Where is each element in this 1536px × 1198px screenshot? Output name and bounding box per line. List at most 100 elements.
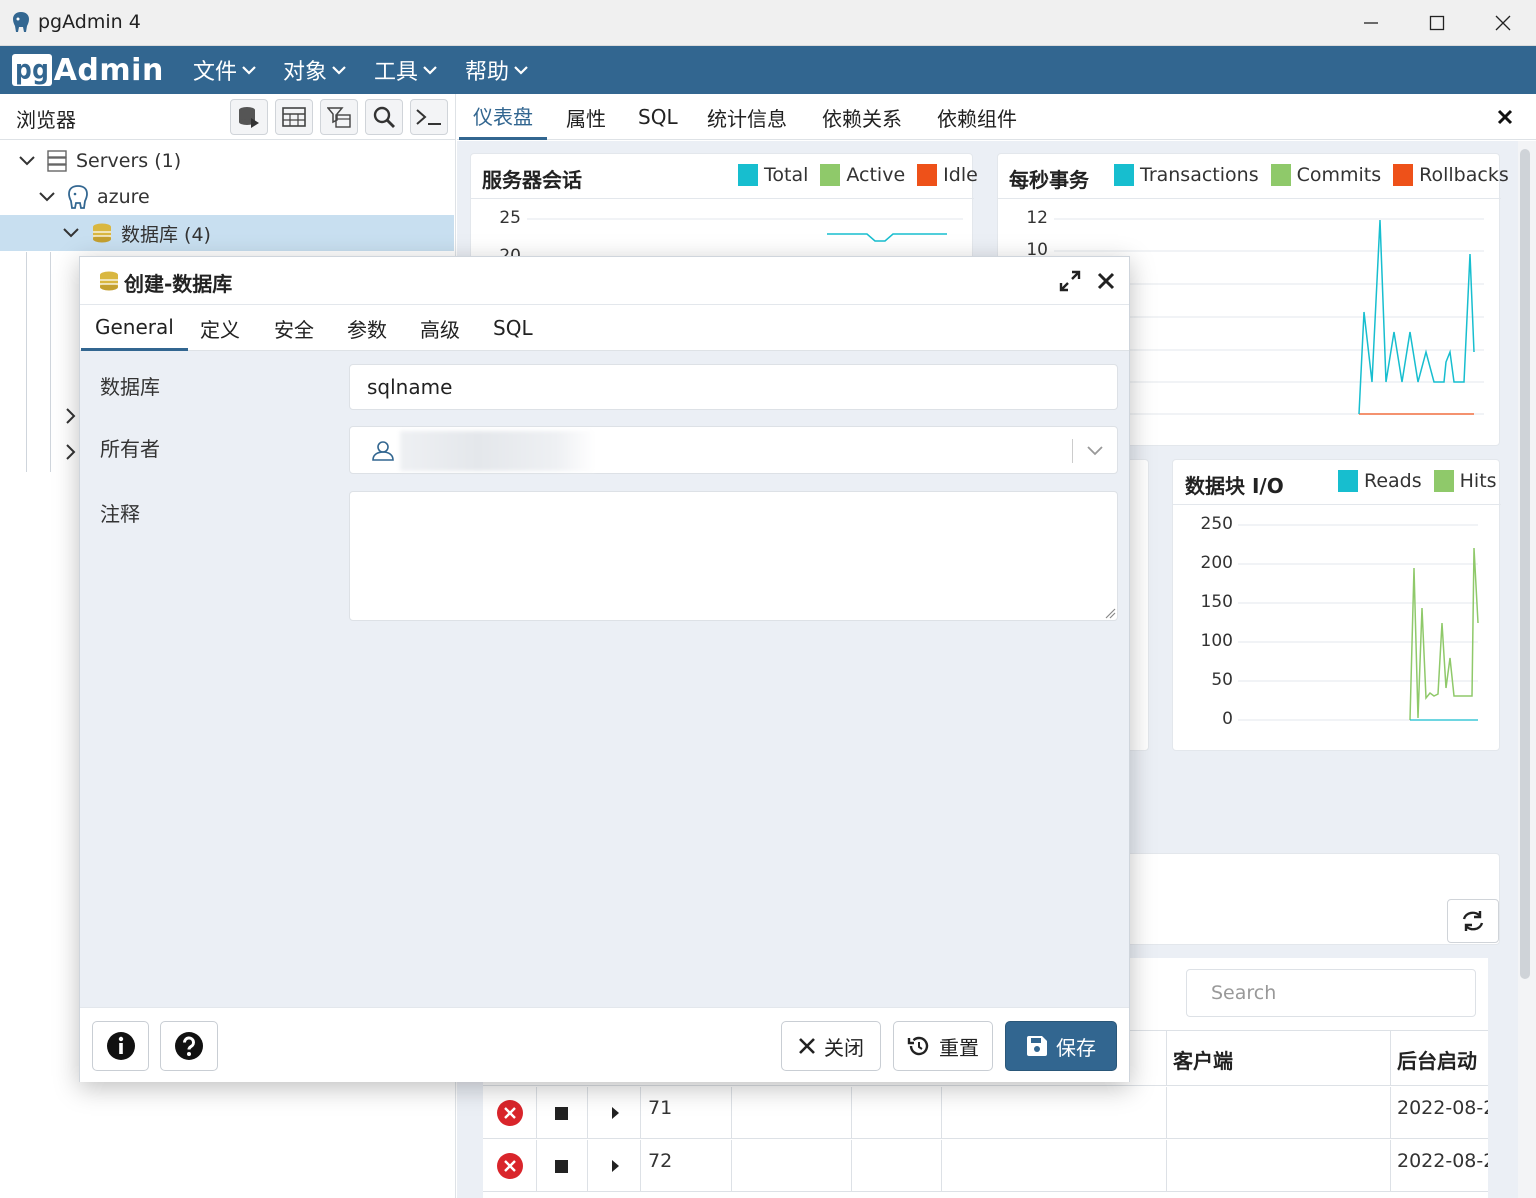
column-header-client[interactable]: 客户端 bbox=[1173, 1045, 1233, 1074]
owner-select[interactable] bbox=[349, 426, 1118, 474]
maximize-button[interactable] bbox=[1404, 0, 1470, 46]
column-header-backend-start[interactable]: 后台启动 bbox=[1397, 1045, 1477, 1074]
expand-row-icon[interactable] bbox=[610, 1105, 620, 1121]
sessions-chart bbox=[527, 218, 963, 242]
dialog-header[interactable]: 创建-数据库 bbox=[80, 257, 1129, 305]
column-divider bbox=[1166, 1031, 1167, 1086]
tab-dashboard[interactable]: 仪表盘 bbox=[459, 94, 547, 140]
axis-tick: 0 bbox=[1222, 709, 1233, 729]
tab-statistics[interactable]: 统计信息 bbox=[693, 94, 801, 140]
dialog-footer: 关闭 重置 保存 bbox=[80, 1007, 1129, 1082]
column-divider bbox=[640, 1140, 641, 1192]
chevron-down-icon bbox=[423, 66, 437, 75]
window-close-button[interactable] bbox=[1470, 0, 1536, 46]
chart-legend: Total Active Idle bbox=[738, 164, 978, 186]
tab-dependencies[interactable]: 依赖关系 bbox=[808, 94, 916, 140]
database-name-input[interactable]: sqlname bbox=[349, 364, 1118, 410]
close-icon[interactable] bbox=[1097, 272, 1115, 290]
pgadmin-elephant-icon bbox=[13, 12, 29, 32]
block-io-chart bbox=[1238, 524, 1479, 721]
chart-legend: Transactions Commits Rollbacks bbox=[1114, 164, 1509, 186]
maximize-icon[interactable] bbox=[1059, 270, 1081, 292]
psql-tool-button[interactable] bbox=[410, 99, 448, 135]
comment-textarea[interactable] bbox=[349, 491, 1118, 621]
window-title: pgAdmin 4 bbox=[38, 11, 141, 33]
chevron-down-icon bbox=[63, 228, 79, 238]
menu-bar: pg Admin 文件 对象 工具 帮助 bbox=[0, 46, 1536, 94]
tab-dependents[interactable]: 依赖组件 bbox=[923, 94, 1031, 140]
legend-swatch bbox=[917, 164, 938, 186]
column-divider bbox=[731, 1087, 732, 1139]
legend-swatch bbox=[1433, 470, 1454, 492]
tab-sql[interactable]: SQL bbox=[624, 94, 692, 140]
table-row: 71 2022-08-2 bbox=[483, 1087, 1488, 1139]
terminate-session-button[interactable] bbox=[497, 1153, 523, 1179]
terminate-session-button[interactable] bbox=[497, 1100, 523, 1126]
legend-swatch bbox=[1393, 164, 1414, 186]
column-divider bbox=[731, 1140, 732, 1192]
column-divider bbox=[941, 1087, 942, 1139]
database-label: 数据库 bbox=[100, 375, 160, 399]
stop-icon[interactable] bbox=[555, 1107, 568, 1120]
chevron-right-icon[interactable] bbox=[64, 443, 76, 461]
column-divider bbox=[587, 1140, 588, 1192]
column-divider bbox=[587, 1087, 588, 1139]
tab-parameters[interactable]: 参数 bbox=[333, 305, 401, 351]
pid-cell: 72 bbox=[648, 1150, 673, 1172]
browser-toolbar: 浏览器 bbox=[0, 94, 456, 140]
card-divider bbox=[471, 198, 974, 199]
filtered-rows-button[interactable] bbox=[320, 99, 358, 135]
refresh-button[interactable] bbox=[1447, 899, 1499, 943]
view-data-button[interactable] bbox=[275, 99, 313, 135]
chevron-right-icon[interactable] bbox=[64, 407, 76, 425]
close-tab-icon[interactable] bbox=[1497, 109, 1513, 125]
stop-icon[interactable] bbox=[555, 1160, 568, 1173]
expand-row-icon[interactable] bbox=[610, 1158, 620, 1174]
comment-label: 注释 bbox=[100, 502, 140, 526]
dialog-title: 创建-数据库 bbox=[124, 272, 233, 296]
menu-help[interactable]: 帮助 bbox=[465, 54, 529, 86]
axis-tick: 150 bbox=[1200, 592, 1233, 612]
owner-label: 所有者 bbox=[100, 437, 160, 461]
tree-item-azure[interactable]: azure bbox=[0, 179, 454, 215]
resize-handle-icon[interactable] bbox=[1104, 607, 1116, 619]
axis-tick: 50 bbox=[1211, 670, 1233, 690]
info-button[interactable] bbox=[92, 1021, 149, 1071]
table-filter-icon bbox=[327, 107, 351, 128]
card-title: 数据块 I/O bbox=[1185, 474, 1284, 498]
tab-general[interactable]: General bbox=[81, 305, 188, 351]
menu-tools[interactable]: 工具 bbox=[374, 54, 438, 86]
tab-sql[interactable]: SQL bbox=[479, 305, 547, 351]
search-objects-button[interactable] bbox=[365, 99, 403, 135]
tree-item-databases[interactable]: 数据库 (4) bbox=[0, 215, 454, 251]
browser-title: 浏览器 bbox=[16, 108, 76, 132]
tab-properties[interactable]: 属性 bbox=[552, 94, 620, 140]
tree-item-servers[interactable]: Servers (1) bbox=[0, 143, 454, 179]
menu-file[interactable]: 文件 bbox=[193, 54, 257, 86]
legend-swatch bbox=[820, 164, 841, 186]
card-title: 服务器会话 bbox=[482, 168, 582, 192]
terminal-icon bbox=[416, 109, 441, 125]
scrollbar-thumb[interactable] bbox=[1520, 149, 1530, 979]
dialog-close-button[interactable]: 关闭 bbox=[781, 1021, 881, 1071]
chevron-down-icon[interactable] bbox=[1086, 444, 1104, 458]
info-icon bbox=[106, 1032, 135, 1060]
menu-object[interactable]: 对象 bbox=[283, 54, 347, 86]
column-divider bbox=[941, 1140, 942, 1192]
reset-button[interactable]: 重置 bbox=[893, 1021, 993, 1071]
search-input[interactable]: Search bbox=[1186, 969, 1476, 1017]
tab-advanced[interactable]: 高级 bbox=[406, 305, 474, 351]
database-name-value: sqlname bbox=[367, 375, 453, 399]
help-button[interactable] bbox=[160, 1021, 218, 1071]
tab-security[interactable]: 安全 bbox=[260, 305, 328, 351]
query-tool-button[interactable] bbox=[230, 99, 268, 135]
dashboard-scrollbar[interactable] bbox=[1518, 141, 1536, 1198]
minimize-button[interactable] bbox=[1338, 0, 1404, 46]
column-divider bbox=[1390, 1031, 1391, 1086]
tab-definition[interactable]: 定义 bbox=[186, 305, 254, 351]
chart-legend: Reads Hits bbox=[1338, 470, 1497, 492]
save-button[interactable]: 保存 bbox=[1005, 1021, 1117, 1071]
owner-value-blurred bbox=[400, 431, 595, 471]
legend-swatch bbox=[1338, 470, 1358, 492]
tree-guide-line bbox=[26, 252, 27, 472]
